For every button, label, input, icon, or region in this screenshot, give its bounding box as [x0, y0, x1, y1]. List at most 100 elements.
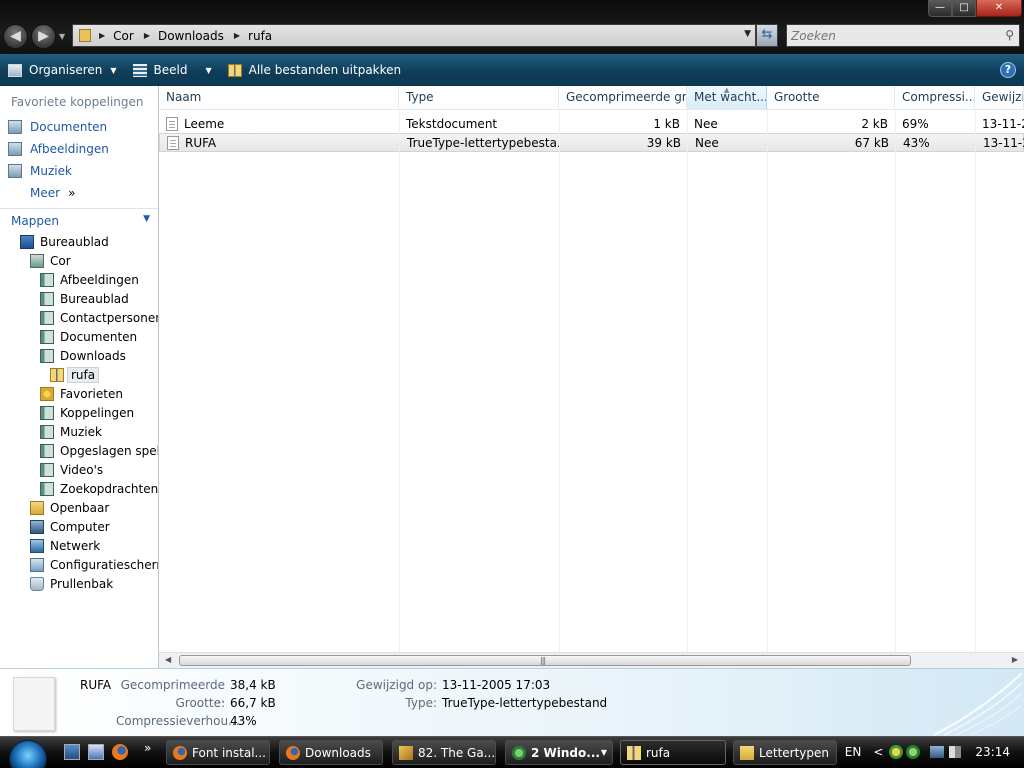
clock[interactable]: 23:14 [975, 745, 1010, 759]
tree-item-label: Bureaublad [60, 291, 129, 306]
tree-item[interactable]: Prullenbak [0, 574, 158, 593]
volume-icon[interactable] [949, 746, 962, 758]
switch-windows-icon[interactable] [88, 744, 104, 760]
extract-all-label: Alle bestanden uitpakken [248, 63, 402, 77]
view-button[interactable]: Beeld ▼ [125, 54, 220, 86]
tree-item[interactable]: rufa [0, 365, 158, 384]
tree-item[interactable]: Netwerk [0, 536, 158, 555]
tree-item[interactable]: Opgeslagen spelle [0, 441, 158, 460]
quick-launch-more-icon[interactable]: » [144, 741, 160, 757]
file-cell: 43% [903, 135, 930, 150]
tree-item-label: Video's [60, 462, 104, 477]
network-tray-icon[interactable] [930, 746, 945, 758]
favorite-link-label: Muziek [30, 164, 72, 178]
documents-icon [8, 120, 22, 134]
maximize-button[interactable]: □ [952, 0, 976, 17]
taskbar-button-rufa[interactable]: rufa [620, 740, 726, 765]
recent-pages-dropdown[interactable]: ▼ [59, 32, 65, 41]
archive-icon [399, 745, 413, 760]
tray-expand-icon[interactable]: < [873, 745, 883, 759]
favorite-link-documenten[interactable]: Documenten [0, 116, 158, 138]
address-bar[interactable]: ▶ Cor ▶ Downloads ▶ rufa ▼ [72, 24, 756, 47]
details-value: 13-11-2005 17:03 [442, 678, 551, 692]
column-header-modified[interactable]: Gewijzig [975, 86, 1024, 109]
tree-item[interactable]: Computer [0, 517, 158, 536]
extract-all-button[interactable]: Alle bestanden uitpakken [220, 54, 409, 86]
view-icon [132, 63, 147, 77]
column-header-compressed-size[interactable]: Gecomprimeerde gr... [559, 86, 687, 109]
firefox-icon[interactable] [112, 744, 128, 760]
tree-item-label: Zoekopdrachten [60, 481, 159, 496]
taskbar-button-label: Downloads [305, 745, 371, 760]
scroll-right-icon[interactable]: ▶ [1012, 655, 1018, 664]
column-header-ratio[interactable]: Compressi... [895, 86, 975, 109]
tree-item[interactable]: Muziek [0, 422, 158, 441]
breadcrumb-cor[interactable]: Cor [113, 29, 134, 43]
taskbar-button-downloads[interactable]: Downloads [279, 740, 383, 765]
more-links-button[interactable]: Meer » [0, 182, 158, 204]
language-indicator[interactable]: EN [845, 745, 862, 759]
taskbar-button-font-install[interactable]: Font instal... [166, 740, 270, 765]
computer-icon [30, 519, 44, 534]
chevron-down-icon: ▼ [600, 748, 607, 757]
file-cell: TrueType-lettertypebesta... [407, 135, 560, 150]
organize-button[interactable]: Organiseren ▼ [0, 54, 125, 86]
taskbar-button-windows-group[interactable]: 2 Windo... ▼ [505, 740, 613, 765]
tree-item[interactable]: Favorieten [0, 384, 158, 403]
tree-item[interactable]: Contactpersonen [0, 308, 158, 327]
saved-games-folder-icon [40, 443, 54, 458]
tree-item[interactable]: Openbaar [0, 498, 158, 517]
tree-item[interactable]: Video's [0, 460, 158, 479]
taskbar-button-lettertypen[interactable]: Lettertypen [733, 740, 837, 765]
breadcrumb-separator-icon[interactable]: ▶ [99, 31, 105, 40]
double-chevron-icon: » [68, 186, 76, 200]
search-input[interactable] [787, 25, 987, 46]
scroll-left-icon[interactable]: ◀ [165, 655, 171, 664]
tree-item[interactable]: Downloads [0, 346, 158, 365]
details-key: Grootte: [175, 696, 226, 710]
help-icon[interactable]: ? [1000, 62, 1016, 78]
tree-item[interactable]: Bureaublad [0, 289, 158, 308]
file-cell: 69% [902, 116, 929, 131]
breadcrumb-downloads[interactable]: Downloads [158, 29, 224, 43]
scrollbar-thumb[interactable]: ||| [179, 655, 911, 666]
taskbar-button-the-game[interactable]: 82. The Ga... [392, 740, 496, 765]
tree-item[interactable]: Documenten [0, 327, 158, 346]
show-desktop-icon[interactable] [64, 744, 80, 760]
column-header-size[interactable]: Grootte [767, 86, 895, 109]
breadcrumb-separator-icon[interactable]: ▶ [144, 31, 150, 40]
column-divider [767, 110, 768, 653]
close-button[interactable]: ✕ [976, 0, 1022, 17]
back-button[interactable]: ◀ [3, 24, 28, 49]
favorite-link-muziek[interactable]: Muziek [0, 160, 158, 182]
minimize-button[interactable]: — [928, 0, 952, 17]
search-icon[interactable]: ⚲ [1005, 28, 1014, 42]
search-box[interactable]: ⚲ [786, 24, 1020, 47]
tree-item[interactable]: Koppelingen [0, 403, 158, 422]
refresh-button[interactable]: ⇆ [756, 24, 778, 47]
file-cell: Tekstdocument [406, 116, 498, 131]
contacts-folder-icon [40, 310, 54, 325]
messenger-tray-icon[interactable] [906, 745, 921, 759]
tree-item[interactable]: Zoekopdrachten [0, 479, 158, 498]
address-dropdown-icon[interactable]: ▼ [744, 29, 751, 39]
tree-item[interactable]: Bureaublad [0, 232, 158, 251]
horizontal-scrollbar[interactable]: ◀ ||| ▶ [159, 652, 1024, 668]
document-icon [167, 135, 179, 150]
tree-item[interactable]: Configuratiescherm [0, 555, 158, 574]
file-cell: Nee [694, 116, 718, 131]
details-file-name: RUFA [80, 678, 112, 692]
firefox-icon [173, 745, 187, 760]
breadcrumb-separator-icon[interactable]: ▶ [234, 31, 240, 40]
breadcrumb-rufa[interactable]: rufa [248, 29, 272, 43]
column-header-naam[interactable]: Naam [159, 86, 399, 109]
folders-header[interactable]: Mappen ▼ [0, 208, 158, 232]
tree-item[interactable]: Cor [0, 251, 158, 270]
forward-button[interactable]: ▶ [31, 24, 56, 49]
tree-item[interactable]: Afbeeldingen [0, 270, 158, 289]
security-icon[interactable] [889, 745, 904, 759]
favorite-link-afbeeldingen[interactable]: Afbeeldingen [0, 138, 158, 160]
column-header-type[interactable]: Type [399, 86, 559, 109]
desktop-folder-icon [40, 291, 54, 306]
column-divider [895, 110, 896, 653]
